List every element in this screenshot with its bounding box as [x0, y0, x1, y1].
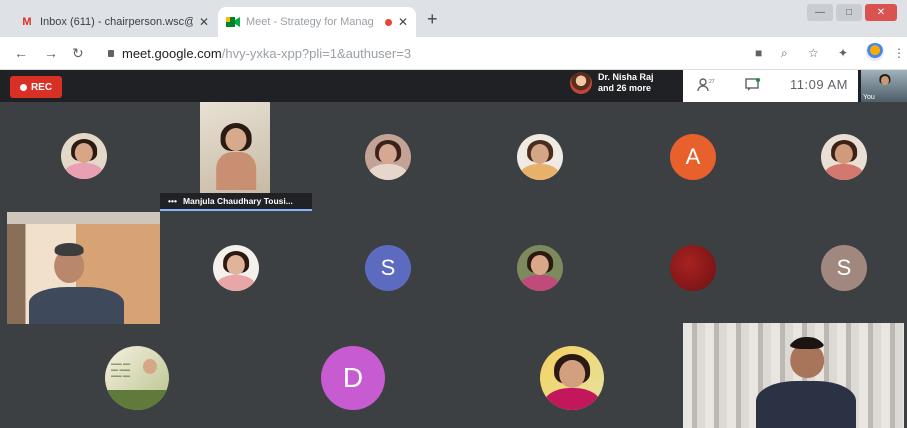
record-dot-icon: [19, 83, 27, 91]
presenter-more: and 26 more: [598, 83, 652, 93]
recording-label: REC: [30, 81, 53, 93]
participant-tile[interactable]: [365, 134, 411, 180]
new-tab-button[interactable]: +: [427, 9, 438, 30]
self-view-label: You: [863, 94, 875, 101]
participant-avatar-initial[interactable]: A: [670, 134, 716, 180]
window-controls: — □ ✕: [807, 4, 897, 21]
recording-dot-icon: [384, 18, 392, 26]
participant-avatar-initial[interactable]: S: [365, 245, 411, 291]
browser-window: M Inbox (611) - chairperson.wsc@· ✕ Meet…: [0, 0, 907, 428]
pinned-name-bar: ••• Manjula Chaudhary Tousi...: [160, 193, 312, 211]
people-icon[interactable]: 27: [697, 78, 715, 95]
participant-video-manjula[interactable]: [200, 102, 270, 195]
chat-icon[interactable]: [745, 78, 761, 95]
forward-icon[interactable]: →: [44, 45, 58, 61]
participant-tile[interactable]: [213, 245, 259, 291]
camera-icon[interactable]: ■: [755, 46, 762, 60]
profile-avatar[interactable]: [866, 43, 884, 61]
close-window-button[interactable]: ✕: [865, 4, 897, 21]
reload-icon[interactable]: ↻: [72, 45, 84, 62]
maximize-button[interactable]: □: [836, 4, 862, 21]
avatar-initial: S: [836, 255, 852, 280]
tab-strip: M Inbox (611) - chairperson.wsc@· ✕ Meet…: [0, 0, 907, 37]
avatar-initial: S: [380, 255, 396, 280]
participant-avatar-initial[interactable]: S: [821, 245, 867, 291]
participant-tile[interactable]: [61, 133, 107, 179]
lock-icon: [108, 50, 114, 57]
avatar-initial: A: [685, 144, 701, 169]
tab-gmail[interactable]: M Inbox (611) - chairperson.wsc@· ✕: [12, 7, 217, 37]
pinned-participant-name: Manjula Chaudhary Tousi...: [182, 196, 293, 206]
tab-title: Inbox (611) - chairperson.wsc@·: [40, 16, 193, 28]
minimize-button[interactable]: —: [807, 4, 833, 21]
participant-tile[interactable]: ═══ ══ ══ ═══ ═══ ══: [105, 346, 169, 410]
presenter-avatar: [570, 72, 592, 94]
participant-tile[interactable]: [540, 346, 604, 410]
bookmark-star-icon[interactable]: ☆: [808, 46, 819, 60]
participant-tile[interactable]: [517, 245, 563, 291]
participant-avatar-initial[interactable]: D: [321, 346, 385, 410]
participant-tile[interactable]: [517, 134, 563, 180]
self-view-thumbnail[interactable]: You: [861, 70, 907, 102]
tab-title: Meet - Strategy for Manag: [246, 16, 374, 28]
svg-text:27: 27: [709, 79, 715, 85]
url-field[interactable]: meet.google.com/hvy-yxka-xpp?pli=1&authu…: [122, 46, 411, 61]
extensions-icon[interactable]: ✦: [838, 46, 848, 60]
close-tab-icon[interactable]: ✕: [398, 15, 408, 29]
presenter-info[interactable]: Dr. Nisha Raj and 26 more: [570, 72, 654, 94]
participant-video-man[interactable]: [7, 212, 160, 324]
meet-icon: [226, 16, 240, 28]
gmail-icon: M: [22, 16, 32, 28]
participant-video-right[interactable]: [683, 323, 904, 428]
back-icon[interactable]: ←: [14, 45, 28, 61]
presenter-name: Dr. Nisha Raj: [598, 72, 654, 82]
address-bar-row: ← → ↻ meet.google.com/hvy-yxka-xpp?pli=1…: [0, 37, 907, 70]
close-tab-icon[interactable]: ✕: [199, 15, 209, 29]
participant-avatar-blank[interactable]: [670, 245, 716, 291]
tab-meet[interactable]: Meet - Strategy for Manag ✕: [218, 7, 416, 37]
zoom-icon[interactable]: ⌕: [781, 46, 788, 61]
avatar-initial: D: [342, 362, 364, 393]
more-options-icon[interactable]: •••: [168, 196, 177, 206]
participant-tile[interactable]: [821, 134, 867, 180]
recording-badge: REC: [10, 76, 62, 98]
url-path: /hvy-yxka-xpp?pli=1&authuser=3: [221, 46, 412, 61]
menu-icon[interactable]: ⋮: [893, 46, 905, 60]
meeting-clock: 11:09 AM: [790, 77, 848, 92]
url-host: meet.google.com: [122, 46, 222, 61]
